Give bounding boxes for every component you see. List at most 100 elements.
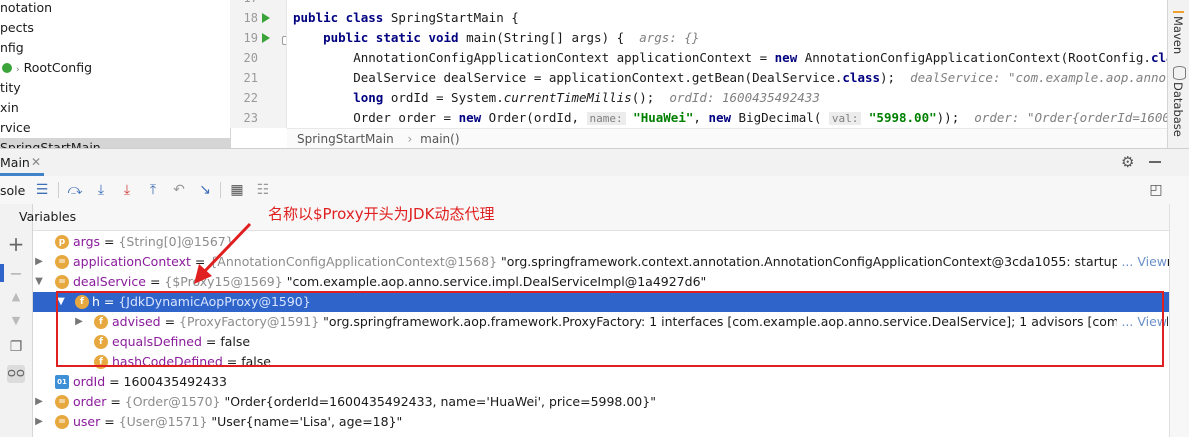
tree-item[interactable]: tity (0, 78, 21, 98)
parameter-icon: = (55, 255, 69, 269)
tree-item[interactable]: notation (0, 0, 52, 18)
database-tab[interactable]: Database (1171, 82, 1185, 137)
code-text: SpringStartMain { (383, 10, 519, 25)
run-to-cursor-icon[interactable]: ↘ (196, 181, 214, 199)
local-variable-icon: = (55, 395, 69, 409)
code-keyword: public static void (323, 30, 459, 45)
inline-hint: ordId: 1600435492433 (669, 90, 820, 105)
line-number: 21 (243, 71, 258, 85)
variable-name: order (73, 394, 107, 409)
line-number: 18 (243, 11, 258, 25)
remove-watch-icon[interactable]: − (7, 265, 25, 283)
tree-item-label: pects (0, 20, 34, 35)
primitive-icon: 01 (55, 375, 69, 389)
layout-icon[interactable]: ◰ (1147, 181, 1165, 199)
parameter-hint: val: (828, 112, 862, 125)
breadcrumb-method[interactable]: main() (420, 132, 459, 146)
highlight-box (56, 291, 1164, 367)
step-out-icon[interactable]: ⤒ (144, 181, 162, 199)
line-number: 17 (236, 0, 258, 8)
expand-arrow-icon[interactable]: ▶ (33, 252, 45, 272)
line-number: 23 (243, 111, 258, 125)
tree-item[interactable]: pects (0, 18, 34, 38)
code-text: Order order = (353, 110, 459, 125)
parameter-icon: p (55, 235, 69, 249)
minimize-icon[interactable] (1149, 161, 1161, 163)
breadcrumb-file[interactable]: SpringStartMain (297, 132, 394, 146)
expand-arrow-icon: › (15, 65, 20, 75)
database-icon (1173, 66, 1186, 80)
code-string: "HuaWei" (633, 110, 694, 125)
variable-value: "User{name='Lisa', age=18}" (207, 414, 403, 429)
code-keyword: new (774, 50, 798, 65)
view-link[interactable]: ... View (1117, 252, 1167, 272)
step-into-icon[interactable]: ⤓ (118, 181, 136, 199)
move-up-icon[interactable]: ▲ (7, 288, 25, 306)
run-icon[interactable] (262, 33, 270, 43)
code-keyword: new (458, 110, 482, 125)
move-down-icon[interactable]: ▼ (7, 312, 25, 330)
code-text: BigDecimal( (731, 110, 829, 125)
maven-tab[interactable]: Maven (1171, 16, 1185, 54)
gear-icon[interactable]: ⚙ (1121, 153, 1134, 171)
variable-name: args (73, 234, 101, 249)
run-icon[interactable] (262, 13, 270, 23)
evaluate-expression-icon[interactable]: ▦ (228, 181, 246, 199)
debug-tab-main[interactable]: Main (0, 155, 30, 170)
tree-item-rootconfig[interactable]: › RootConfig (0, 58, 92, 78)
inline-hint: dealService: "com.example.aop.anno.servi… (910, 70, 1167, 85)
code-text: AnnotationConfigApplicationContext(RootC… (797, 50, 1151, 65)
code-keyword: class (1150, 50, 1167, 65)
class-icon (2, 63, 12, 73)
tree-item[interactable]: xin (0, 98, 19, 118)
code-text: DealService dealService = applicationCon… (353, 70, 843, 85)
expand-arrow-icon[interactable]: ▶ (33, 392, 45, 412)
tree-item-label: SpringStartMain (0, 140, 101, 148)
code-line: AnnotationConfigApplicationContext appli… (293, 48, 1167, 68)
vertical-scrollbar[interactable] (1169, 204, 1189, 437)
breadcrumb: SpringStartMain › main() (287, 128, 1167, 149)
tree-item[interactable]: rvice (0, 118, 31, 138)
variable-name: user (73, 414, 101, 429)
line-number: 22 (243, 91, 258, 105)
variable-row-order[interactable]: ▶ = order = {Order@1570} "Order{orderId=… (33, 392, 1169, 412)
tree-item[interactable]: nfig (0, 38, 24, 58)
show-execution-point-icon[interactable]: ⤼ (66, 181, 84, 199)
variable-ref: {User@1571} (118, 414, 208, 429)
expand-arrow-icon[interactable]: ▼ (33, 272, 45, 292)
variable-row-user[interactable]: ▶ = user = {User@1571} "User{name='Lisa'… (33, 412, 1169, 432)
frame-indicator (0, 264, 4, 282)
code-editor[interactable]: public class SpringStartMain { public st… (287, 0, 1167, 128)
code-text: (); (631, 90, 655, 105)
expand-arrow-icon[interactable]: ▶ (33, 412, 45, 432)
tree-item-label: xin (0, 100, 19, 115)
drop-frame-icon[interactable]: ↶ (170, 181, 188, 199)
code-keyword: public class (293, 10, 384, 25)
console-tab[interactable]: sole (0, 183, 25, 198)
tree-item-label: nfig (0, 40, 24, 55)
trace-icon[interactable]: ☷ (254, 181, 272, 199)
breadcrumb-separator: › (407, 132, 413, 146)
step-over-icon[interactable]: ⤓ (92, 181, 110, 199)
variable-row-ordId[interactable]: 01 ordId = 1600435492433 (33, 372, 1169, 392)
local-variable-icon: = (55, 415, 69, 429)
parameter-hint: name: (586, 112, 626, 125)
tree-item-springstartmain[interactable]: SpringStartMain (0, 138, 230, 148)
code-line: long ordId = System.currentTimeMillis();… (293, 88, 820, 108)
add-watch-icon[interactable]: + (7, 234, 25, 254)
code-text: AnnotationConfigApplicationContext appli… (353, 50, 775, 65)
glasses-icon[interactable]: ᴑᴑ (7, 365, 25, 383)
equals: = (105, 374, 124, 389)
copy-icon[interactable]: ❐ (7, 338, 25, 356)
code-text: ordId = System. (383, 90, 504, 105)
variables-title: Variables (19, 209, 77, 224)
variable-value: "Order{orderId=1600435492433, name='HuaW… (220, 394, 656, 409)
menu-icon[interactable]: ☰ (33, 181, 51, 199)
code-keyword: long (353, 90, 384, 105)
code-text: )); (936, 110, 960, 125)
close-icon[interactable]: ✕ (31, 155, 41, 169)
right-tool-strip: Maven Database (1167, 0, 1189, 148)
debug-side-strip: + − ▲ ▼ ❐ ᴑᴑ (0, 204, 33, 437)
variable-name: ordId (73, 374, 106, 389)
maven-icon (1173, 2, 1184, 13)
